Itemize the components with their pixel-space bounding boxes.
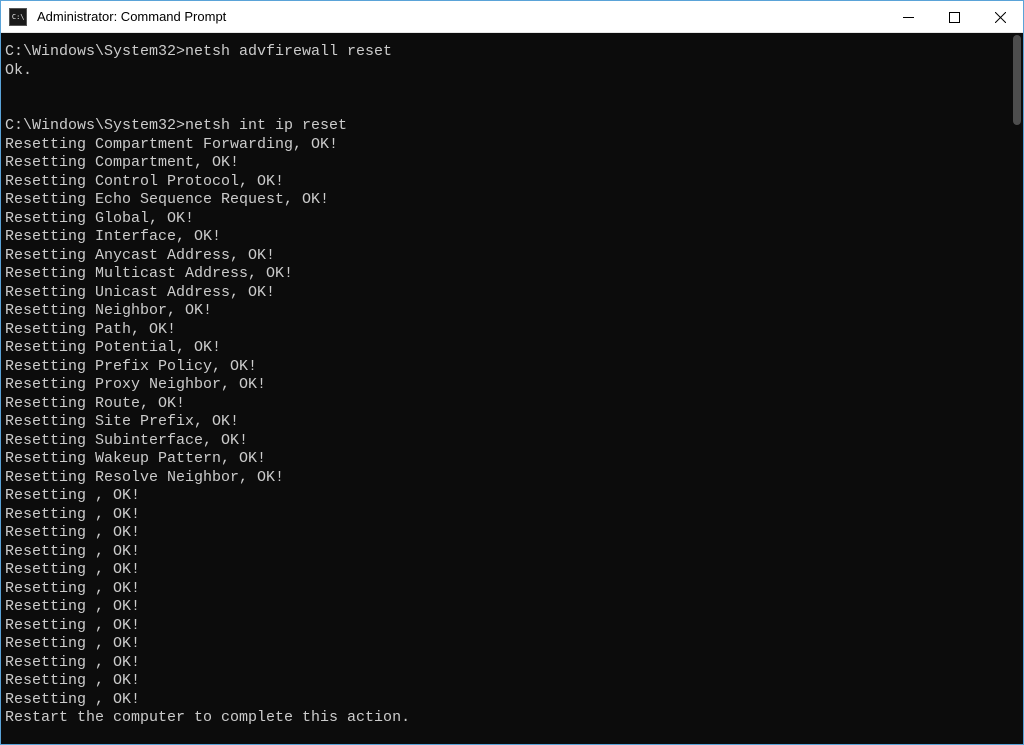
- terminal-line: Resetting , OK!: [5, 561, 1019, 580]
- terminal-line: C:\Windows\System32>netsh int ip reset: [5, 117, 1019, 136]
- command-prompt-window: C:\ Administrator: Command Prompt C:\Win…: [0, 0, 1024, 745]
- terminal-line: Resetting Anycast Address, OK!: [5, 247, 1019, 266]
- terminal-line: Resetting , OK!: [5, 617, 1019, 636]
- terminal-line: Resetting Unicast Address, OK!: [5, 284, 1019, 303]
- maximize-button[interactable]: [931, 1, 977, 33]
- terminal-line: Resetting Global, OK!: [5, 210, 1019, 229]
- terminal-line: Resetting Resolve Neighbor, OK!: [5, 469, 1019, 488]
- terminal-line: Resetting Path, OK!: [5, 321, 1019, 340]
- terminal-line: Resetting Compartment Forwarding, OK!: [5, 136, 1019, 155]
- minimize-button[interactable]: [885, 1, 931, 33]
- terminal-line: Resetting , OK!: [5, 635, 1019, 654]
- terminal-line: Resetting , OK!: [5, 487, 1019, 506]
- terminal-line: Resetting Site Prefix, OK!: [5, 413, 1019, 432]
- terminal-line: [5, 99, 1019, 118]
- terminal-line: [5, 80, 1019, 99]
- terminal-line: Resetting Neighbor, OK!: [5, 302, 1019, 321]
- terminal-line: Resetting , OK!: [5, 543, 1019, 562]
- window-controls: [885, 1, 1023, 32]
- scrollbar-track[interactable]: [1013, 35, 1021, 742]
- terminal-line: Resetting , OK!: [5, 506, 1019, 525]
- terminal-line: Resetting , OK!: [5, 598, 1019, 617]
- terminal-line: Resetting Subinterface, OK!: [5, 432, 1019, 451]
- terminal-line: Resetting Compartment, OK!: [5, 154, 1019, 173]
- terminal-line: Resetting Wakeup Pattern, OK!: [5, 450, 1019, 469]
- terminal-line: Ok.: [5, 62, 1019, 81]
- terminal-line: Resetting Echo Sequence Request, OK!: [5, 191, 1019, 210]
- terminal-line: Resetting Prefix Policy, OK!: [5, 358, 1019, 377]
- terminal-line: Resetting Route, OK!: [5, 395, 1019, 414]
- titlebar[interactable]: C:\ Administrator: Command Prompt: [1, 1, 1023, 33]
- close-button[interactable]: [977, 1, 1023, 33]
- scrollbar-thumb[interactable]: [1013, 35, 1021, 125]
- terminal-line: Resetting Multicast Address, OK!: [5, 265, 1019, 284]
- terminal-line: Resetting Interface, OK!: [5, 228, 1019, 247]
- terminal-line: Restart the computer to complete this ac…: [5, 709, 1019, 728]
- terminal-line: Resetting , OK!: [5, 580, 1019, 599]
- terminal-line: Resetting Control Protocol, OK!: [5, 173, 1019, 192]
- svg-text:C:\: C:\: [12, 12, 25, 20]
- terminal-line: Resetting , OK!: [5, 672, 1019, 691]
- terminal-line: C:\Windows\System32>netsh advfirewall re…: [5, 43, 1019, 62]
- terminal-line: Resetting Potential, OK!: [5, 339, 1019, 358]
- terminal-output[interactable]: C:\Windows\System32>netsh advfirewall re…: [1, 33, 1023, 744]
- terminal-line: Resetting , OK!: [5, 524, 1019, 543]
- terminal-line: Resetting Proxy Neighbor, OK!: [5, 376, 1019, 395]
- terminal-wrapper: C:\Windows\System32>netsh advfirewall re…: [1, 33, 1023, 744]
- cmd-icon: C:\: [9, 8, 27, 26]
- window-title: Administrator: Command Prompt: [37, 9, 885, 24]
- terminal-line: Resetting , OK!: [5, 691, 1019, 710]
- terminal-line: Resetting , OK!: [5, 654, 1019, 673]
